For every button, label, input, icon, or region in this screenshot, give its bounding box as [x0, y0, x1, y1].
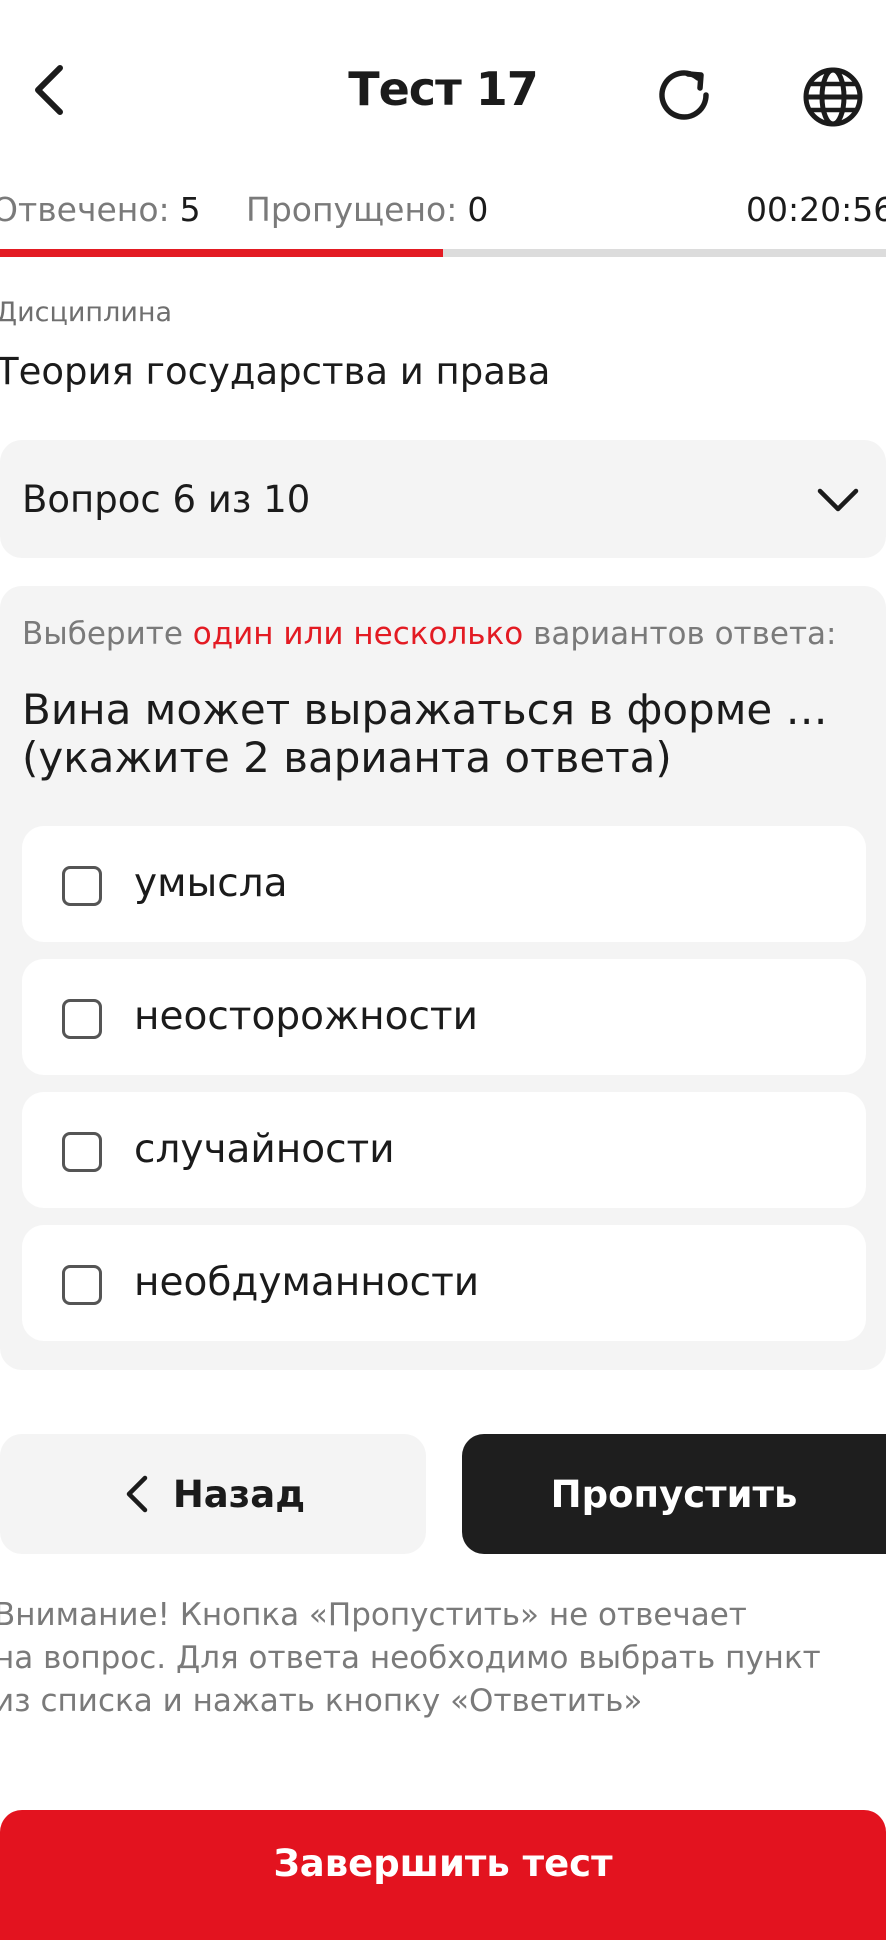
- finish-test-button[interactable]: Завершить тест: [0, 1810, 886, 1940]
- question-text: Вина может выражаться в форме … (укажите…: [22, 685, 828, 782]
- refresh-button[interactable]: [650, 62, 720, 132]
- answer-option[interactable]: неосторожности: [22, 959, 866, 1075]
- back-button[interactable]: Назад: [0, 1434, 426, 1554]
- question-selector-label: Вопрос 6 из 10: [22, 478, 311, 521]
- page-title: Тест 17: [348, 62, 539, 116]
- notice-line: на вопрос. Для ответа необходимо выбрать…: [0, 1640, 821, 1676]
- chevron-left-icon: [126, 1475, 148, 1513]
- question-instruction: Выберите один или несколько вариантов от…: [22, 616, 836, 652]
- answer-option[interactable]: случайности: [22, 1092, 866, 1208]
- notice-line: из списка и нажать кнопку «Ответить»: [0, 1683, 643, 1719]
- skipped-label: Пропущено:: [246, 190, 458, 229]
- answered-label: Отвечено:: [0, 190, 170, 229]
- instruction-highlight: один или несколько: [192, 616, 524, 652]
- finish-test-label: Завершить тест: [273, 1842, 613, 1885]
- language-button[interactable]: [798, 62, 868, 132]
- skipped-count: 0: [467, 190, 489, 229]
- notice-line: Внимание! Кнопка «Пропустить» не отвечае…: [0, 1597, 747, 1633]
- globe-icon: [803, 67, 863, 127]
- timer: 00:20:56: [746, 190, 886, 229]
- skipped-stat: Пропущено: 0: [246, 190, 488, 229]
- option-label: умысла: [134, 861, 288, 906]
- progress-bar-fill: [0, 249, 443, 257]
- option-label: необдуманности: [134, 1260, 480, 1305]
- skip-notice: Внимание! Кнопка «Пропустить» не отвечае…: [0, 1594, 884, 1723]
- progress-bar: [0, 249, 886, 257]
- skip-button[interactable]: Пропустить: [462, 1434, 886, 1554]
- answered-count: 5: [179, 190, 201, 229]
- answer-option[interactable]: умысла: [22, 826, 866, 942]
- option-checkbox[interactable]: [62, 1132, 102, 1172]
- question-selector[interactable]: Вопрос 6 из 10: [0, 440, 886, 558]
- skip-button-label: Пропустить: [550, 1472, 798, 1516]
- option-label: случайности: [134, 1127, 395, 1172]
- back-button-label: Назад: [172, 1472, 306, 1516]
- discipline-value: Теория государства и права: [0, 350, 551, 393]
- question-panel: Выберите один или несколько вариантов от…: [0, 586, 886, 1370]
- discipline-label: Дисциплина: [0, 297, 173, 328]
- option-checkbox[interactable]: [62, 866, 102, 906]
- option-checkbox[interactable]: [62, 1265, 102, 1305]
- chevron-down-icon: [817, 488, 859, 512]
- refresh-icon: [659, 70, 709, 120]
- instruction-prefix: Выберите: [22, 616, 193, 652]
- answer-option[interactable]: необдуманности: [22, 1225, 866, 1341]
- answered-stat: Отвечено: 5: [0, 190, 201, 229]
- instruction-suffix: вариантов ответа:: [523, 616, 837, 652]
- option-checkbox[interactable]: [62, 999, 102, 1039]
- option-label: неосторожности: [134, 994, 478, 1039]
